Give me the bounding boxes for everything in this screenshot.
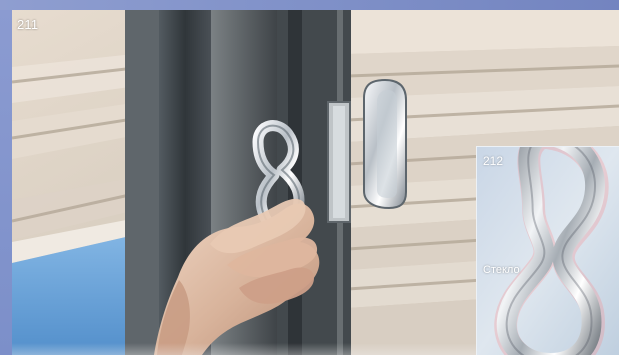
- left-blue-strip: [0, 10, 12, 355]
- main-photo-number: 211: [17, 17, 39, 32]
- inset-photo-number: 212: [483, 154, 504, 168]
- inset-photo-illustration: [477, 147, 619, 355]
- inset-photo: 212 Стекло: [476, 146, 619, 355]
- inset-caption: Стекло: [483, 264, 520, 276]
- catalog-page: 211 212 Стекло: [0, 0, 619, 355]
- top-blue-band: [0, 0, 619, 10]
